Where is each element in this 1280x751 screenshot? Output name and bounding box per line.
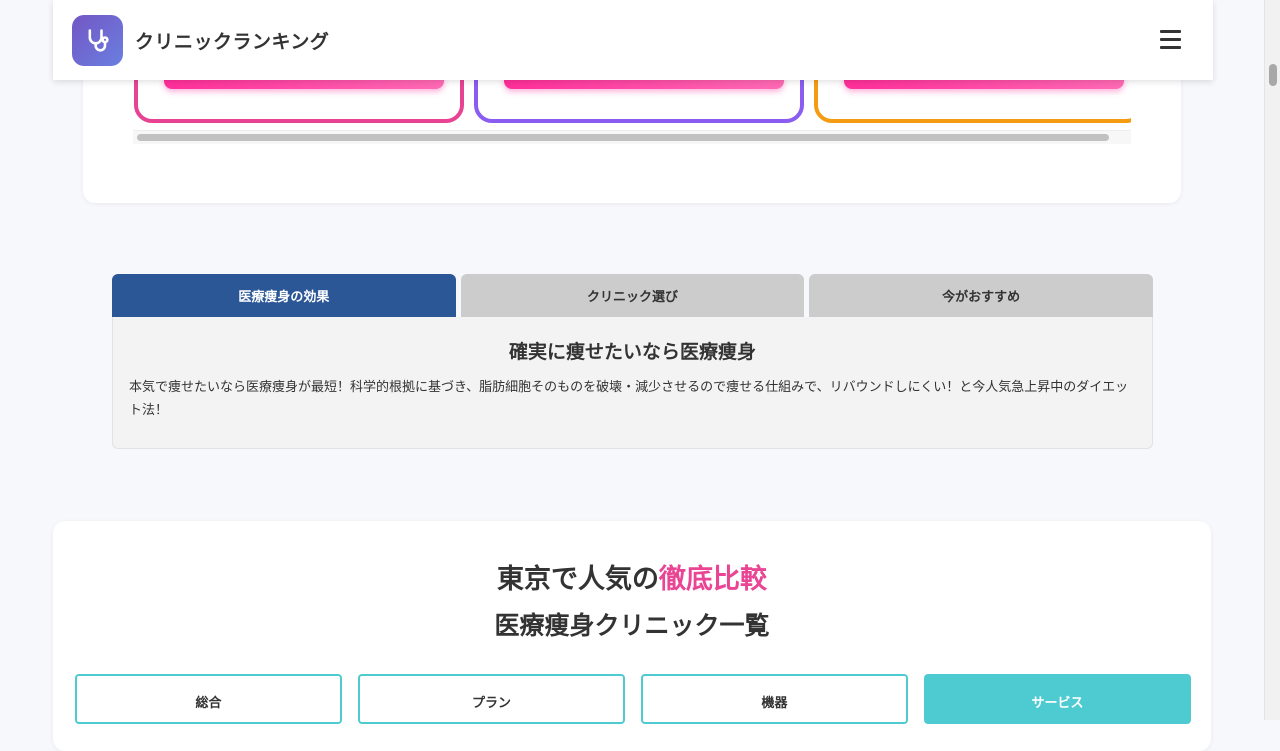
tab-recommended-now[interactable]: 今がおすすめ	[809, 274, 1154, 317]
section-subtitle: 医療痩身クリニック一覧	[494, 611, 770, 640]
page-scroll-thumb[interactable]	[1269, 64, 1277, 86]
filter-service-button[interactable]: サービス	[924, 674, 1191, 724]
clinic-comparison-section: 東京で人気の徹底比較 医療痩身クリニック一覧 総合 プラン 機器 サービス	[53, 521, 1211, 751]
tab-bar: 医療痩身の効果 クリニック選び 今がおすすめ	[112, 274, 1154, 317]
panel-text: 本気で痩せたいなら医療痩身が最短！科学的根拠に基づき、脂肪細胞そのものを破壊・減…	[129, 380, 1129, 418]
title-accent: 徹底比較	[659, 564, 767, 595]
filter-tabs: 総合 プラン 機器 サービス	[75, 674, 1191, 724]
page-scrollbar[interactable]	[1264, 0, 1280, 720]
horizontal-scroll-thumb[interactable]	[137, 134, 1109, 141]
site-header: クリニックランキング	[53, 0, 1213, 80]
stethoscope-icon[interactable]	[72, 15, 123, 66]
section-title: 東京で人気の徹底比較	[53, 557, 1211, 596]
hamburger-menu-icon[interactable]	[1160, 30, 1184, 50]
panel-title: 確実に痩せたいなら医療痩身	[508, 341, 756, 363]
tab-clinic-choice[interactable]: クリニック選び	[460, 274, 805, 317]
title-prefix: 東京で人気の	[497, 564, 659, 595]
tab-effects[interactable]: 医療痩身の効果	[112, 274, 456, 317]
info-tabs: 医療痩身の効果 クリニック選び 今がおすすめ 確実に痩せたいなら医療痩身 本気で…	[112, 274, 1154, 449]
filter-device-button[interactable]: 機器	[641, 674, 908, 724]
filter-overall-button[interactable]: 総合	[75, 674, 342, 724]
tab-panel: 確実に痩せたいなら医療痩身 本気で痩せたいなら医療痩身が最短！科学的根拠に基づき…	[112, 317, 1153, 449]
horizontal-scrollbar[interactable]	[133, 130, 1131, 144]
filter-plan-button[interactable]: プラン	[358, 674, 625, 724]
site-title[interactable]: クリニックランキング	[135, 27, 329, 54]
